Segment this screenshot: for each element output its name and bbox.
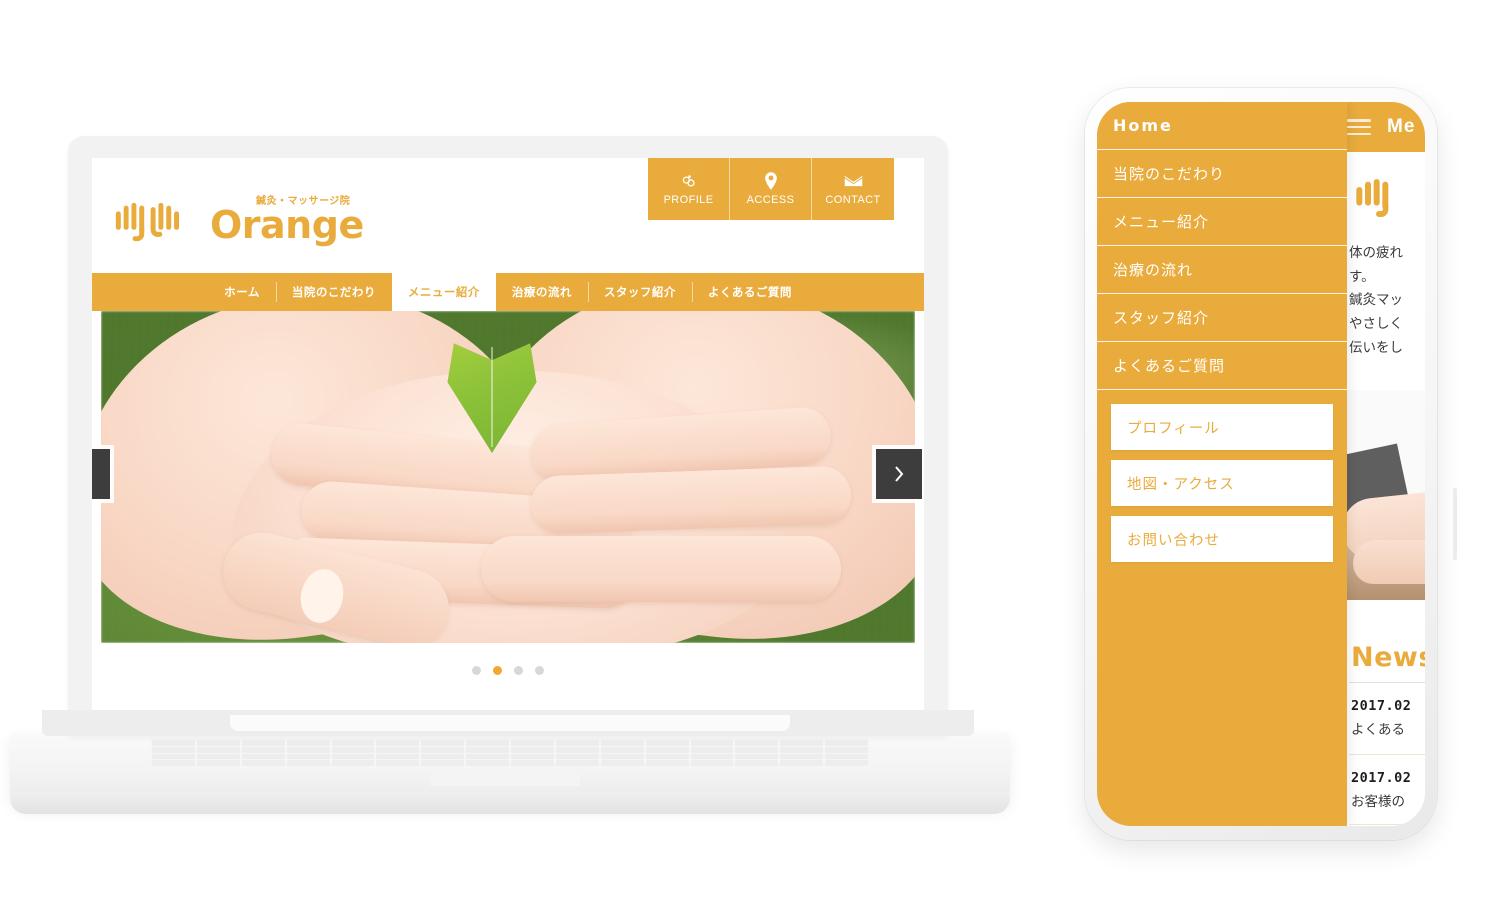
slider-next-button[interactable] xyxy=(876,449,922,499)
drawer-item-commitment[interactable]: 当院のこだわり xyxy=(1097,150,1347,198)
mobile-news-separator xyxy=(1349,824,1425,825)
drawer-item-menu[interactable]: メニュー紹介 xyxy=(1097,198,1347,246)
main-navigation: ホーム 当院のこだわり メニュー紹介 治療の流れ スタッフ紹介 よくあるご質問 xyxy=(92,273,924,311)
header-action-label: PROFILE xyxy=(663,194,714,206)
site-logo[interactable]: 鍼灸・マッサージ院 Orange xyxy=(114,196,364,247)
phone-side-button xyxy=(1453,488,1457,560)
header-action-access[interactable]: ACCESS xyxy=(730,158,812,220)
mobile-news-text: お客様の xyxy=(1351,794,1405,810)
website-desktop-view: 鍼灸・マッサージ院 Orange PROFILE ACCESS CONTACT … xyxy=(92,158,924,718)
drawer-buttons: プロフィール 地図・アクセス お問い合わせ xyxy=(1097,390,1347,562)
nav-item-commitment[interactable]: 当院のこだわり xyxy=(275,273,392,311)
drawer-button-profile[interactable]: プロフィール xyxy=(1111,404,1333,450)
header-action-label: ACCESS xyxy=(746,194,795,206)
slider-dot-2[interactable] xyxy=(493,665,502,675)
drawer-item-staff[interactable]: スタッフ紹介 xyxy=(1097,294,1347,342)
header-action-profile[interactable]: PROFILE xyxy=(648,158,730,220)
slider-dot-3[interactable] xyxy=(514,665,523,675)
profile-icon xyxy=(680,172,697,190)
mobile-treatment-photo xyxy=(1347,390,1425,600)
screenshot-canvas: 鍼灸・マッサージ院 Orange PROFILE ACCESS CONTACT … xyxy=(0,0,1500,900)
slider-dot-1[interactable] xyxy=(472,665,481,675)
laptop-trackpad xyxy=(430,772,580,786)
header-action-label: CONTACT xyxy=(825,194,881,206)
mobile-news-text: よくある xyxy=(1351,722,1405,738)
header-action-contact[interactable]: CONTACT xyxy=(812,158,894,220)
mobile-news-heading: News xyxy=(1351,642,1425,673)
laptop-keyboard xyxy=(150,738,870,768)
hands-logo-icon xyxy=(115,202,179,242)
mobile-news-rule xyxy=(1349,682,1425,683)
mobile-news-item[interactable]: 2017.02 お客様の xyxy=(1351,770,1425,810)
hero-image-hands-with-leaf xyxy=(101,311,915,643)
slider-dots xyxy=(92,651,924,689)
drawer-item-flow[interactable]: 治療の流れ xyxy=(1097,246,1347,294)
nav-item-staff[interactable]: スタッフ紹介 xyxy=(587,273,692,311)
mobile-news-date: 2017.02 xyxy=(1351,770,1412,786)
header-actions: PROFILE ACCESS CONTACT xyxy=(648,158,894,220)
laptop-mockup: 鍼灸・マッサージ院 Orange PROFILE ACCESS CONTACT … xyxy=(0,120,1020,820)
hero-slider xyxy=(92,311,924,651)
phone-mockup: Me 体の疲れ す。 鍼灸マッ やさしく 伝いをし New 2017.02 よく… xyxy=(1085,88,1457,848)
laptop-lid: 鍼灸・マッサージ院 Orange PROFILE ACCESS CONTACT … xyxy=(68,136,948,736)
drawer-button-contact[interactable]: お問い合わせ xyxy=(1111,516,1333,562)
nav-item-menu[interactable]: メニュー紹介 xyxy=(391,273,496,311)
laptop-base-lip xyxy=(10,792,1010,814)
slider-dot-4[interactable] xyxy=(535,665,544,675)
nav-item-faq[interactable]: よくあるご質問 xyxy=(691,273,808,311)
logo-wordmark: 鍼灸・マッサージ院 Orange xyxy=(210,196,364,247)
logo-tagline: 鍼灸・マッサージ院 xyxy=(256,196,351,207)
mobile-news-separator xyxy=(1349,754,1425,755)
drawer-item-home[interactable]: Home xyxy=(1097,102,1347,150)
laptop-screen: 鍼灸・マッサージ院 Orange PROFILE ACCESS CONTACT … xyxy=(92,158,924,718)
hamburger-icon[interactable] xyxy=(1347,119,1371,135)
mobile-news-date: 2017.02 xyxy=(1351,698,1412,714)
laptop-hinge-notch xyxy=(230,715,790,731)
mobile-nav-drawer: Home 当院のこだわり メニュー紹介 治療の流れ スタッフ紹介 よくあるご質問… xyxy=(1097,102,1347,826)
mail-icon xyxy=(844,172,863,190)
site-header: 鍼灸・マッサージ院 Orange PROFILE ACCESS CONTACT xyxy=(92,158,924,273)
mobile-news-item[interactable]: 2017.02 よくある xyxy=(1351,698,1425,738)
drawer-item-faq[interactable]: よくあるご質問 xyxy=(1097,342,1347,390)
mobile-lead-text: 体の疲れ す。 鍼灸マッ やさしく 伝いをし xyxy=(1349,245,1403,356)
nav-item-flow[interactable]: 治療の流れ xyxy=(496,273,588,311)
location-pin-icon xyxy=(764,172,778,190)
hero-leaf-vein xyxy=(491,347,493,447)
slider-prev-button[interactable] xyxy=(92,449,110,499)
logo-word: Orange xyxy=(210,203,364,247)
mobile-menu-label: Me xyxy=(1387,116,1416,137)
drawer-button-access[interactable]: 地図・アクセス xyxy=(1111,460,1333,506)
phone-screen: Me 体の疲れ す。 鍼灸マッ やさしく 伝いをし New 2017.02 よく… xyxy=(1097,102,1425,826)
mobile-hands-logo-icon xyxy=(1356,179,1389,217)
nav-item-home[interactable]: ホーム xyxy=(208,273,276,311)
